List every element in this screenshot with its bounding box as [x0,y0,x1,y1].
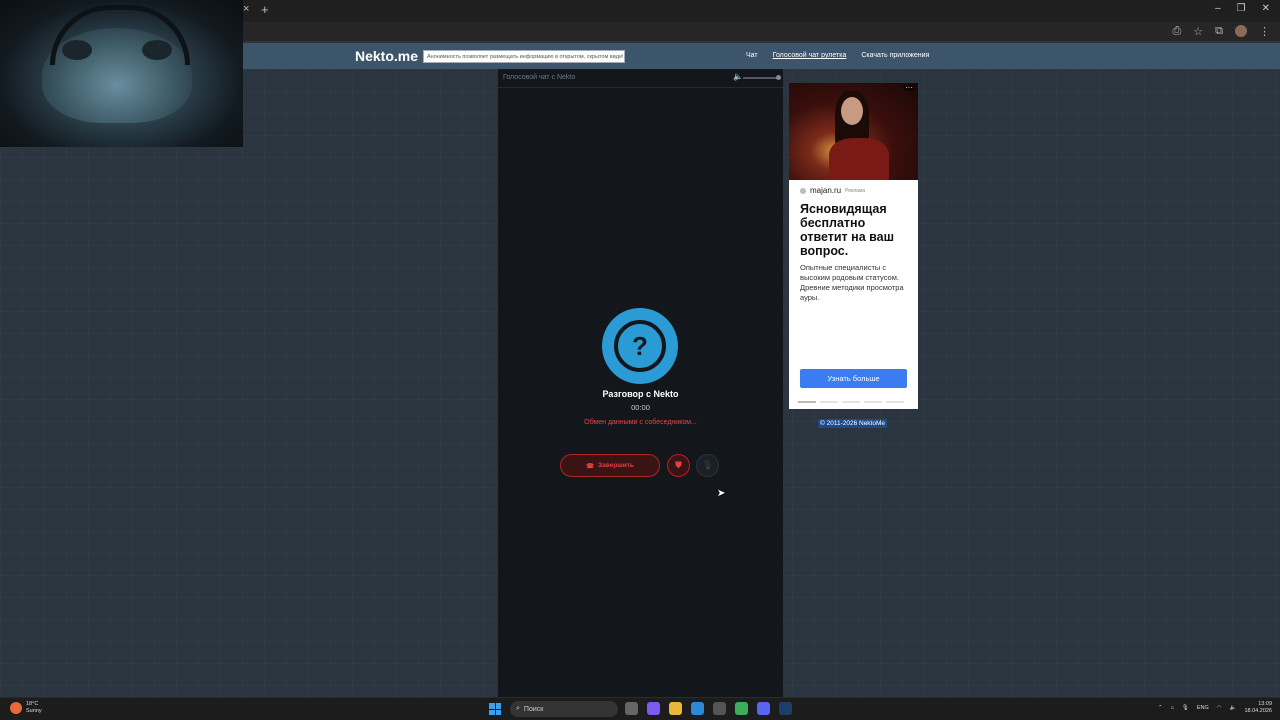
taskbar-apps [625,702,792,715]
ad-carousel-indicator [798,401,904,403]
ad-carousel-dot [864,401,882,403]
microphone-icon: 🎙 [701,460,714,470]
close-window-icon[interactable]: ✕ [1262,3,1270,14]
ad-image-dress [829,138,889,180]
mute-button[interactable]: 🎙 [696,454,719,477]
end-call-button[interactable]: ☎ Завершить [560,454,660,477]
file-explorer-icon[interactable] [669,702,682,715]
webcam-overlay [0,0,243,147]
chat-header: Голосовой чат с Nekto 🔈 [498,69,783,88]
hang-up-icon: ☎ [586,462,595,470]
network-icon[interactable]: ⌂ [1171,705,1174,711]
language-indicator[interactable]: ENG [1197,705,1209,711]
ad-options-icon[interactable]: ··· [903,84,915,92]
tab-close-icon[interactable]: × [243,3,249,15]
minimize-icon[interactable]: – [1215,3,1221,14]
ad-domain[interactable]: majan.ru [810,186,841,195]
chevron-up-icon[interactable]: ⌃ [1158,705,1163,711]
chrome-icon[interactable] [735,702,748,715]
voice-chat-panel: Голосовой чат с Nekto 🔈 ? Разговор с Nek… [498,69,783,697]
speaker-icon[interactable]: 🔈 [1230,705,1237,711]
ad-banner[interactable]: ··· majan.ru Реклама Ясновидящая бесплат… [789,83,918,409]
conversation-title: Разговор с Nekto [602,389,679,399]
chat-title: Голосовой чат с Nekto [503,74,576,81]
ad-carousel-dot [842,401,860,403]
ad-description: Опытные специалисты с высоким родовым ст… [800,263,904,302]
anonymity-notice: Анонимность позволяет размещать информац… [423,50,625,63]
volume-icon[interactable]: 🔈 [733,72,743,81]
windows-taskbar: 18°C Sunny ⌕ Поиск ⌃ ⌂ 🎙 ENG ◠ 🔈 13:09 1… [0,697,1280,720]
site-header: Nekto.me Анонимность позволяет размещать… [243,43,1280,69]
nav-item-download-apps[interactable]: Скачать приложения [861,52,929,59]
webcam-frog-eye [62,40,92,60]
nav-item-voice-chat[interactable]: Голосовой чат рулетка [773,52,847,59]
mic-tray-icon[interactable]: 🎙 [1182,705,1189,711]
install-icon[interactable]: ⎙ [1172,25,1181,38]
github-icon[interactable] [713,702,726,715]
ad-carousel-dot [820,401,838,403]
copilot-icon[interactable] [647,702,660,715]
site-nav: Чат Голосовой чат рулетка Скачать прилож… [746,52,929,59]
search-icon: ⌕ [516,705,520,712]
site-logo[interactable]: Nekto.me [355,48,418,64]
discord-icon[interactable] [757,702,770,715]
nav-item-chat[interactable]: Чат [746,52,758,59]
mouse-cursor-icon: ➤ [717,488,726,499]
ad-carousel-dot [798,401,816,403]
maximize-icon[interactable]: ❐ [1237,3,1246,14]
weather-desc: Sunny [26,708,42,714]
menu-icon[interactable]: ⋮ [1259,25,1270,38]
new-tab-icon[interactable]: + [261,2,269,17]
wifi-icon[interactable]: ◠ [1217,705,1222,711]
report-button[interactable]: ⛊ [667,454,690,477]
conversation-status: Обмен данными с собеседником... [584,419,697,426]
end-call-label: Завершить [598,462,634,469]
system-tray: ⌃ ⌂ 🎙 ENG ◠ 🔈 13:09 18.04.2026 [1158,701,1272,715]
ad-image-face [841,97,863,125]
clock-time: 13:09 [1258,701,1272,707]
ad-label: Реклама [845,187,866,194]
windows-start-icon[interactable] [489,703,501,715]
conversation-timer: 00:00 [631,403,650,412]
clock[interactable]: 13:09 18.04.2026 [1244,701,1272,715]
ad-image[interactable]: ··· [789,83,918,180]
question-mark-icon: ? [614,320,666,372]
weather-widget[interactable]: 18°C Sunny [10,701,42,715]
profile-icon[interactable] [1235,25,1247,37]
sun-icon [10,702,22,714]
weather-temp: 18°C [26,701,39,707]
taskbar-search[interactable]: ⌕ Поиск [510,701,618,717]
volume-slider[interactable] [743,75,781,80]
unknown-partner-avatar: ? [602,308,678,384]
clock-date: 18.04.2026 [1244,708,1272,714]
copyright: © 2011-2026 NektoMe [818,419,888,428]
edge-icon[interactable] [691,702,704,715]
ad-headline[interactable]: Ясновидящая бесплатно ответит на ваш воп… [800,202,910,258]
ad-domain-row: majan.ru Реклама [800,186,865,195]
window-controls: – ❐ ✕ [1215,3,1270,14]
steam-icon[interactable] [779,702,792,715]
ad-carousel-dot [886,401,904,403]
star-icon[interactable]: ☆ [1193,25,1203,38]
globe-icon [800,187,806,194]
ad-learn-more-button[interactable]: Узнать больше [800,369,907,388]
volume-slider-knob[interactable] [776,75,781,80]
task-view-icon[interactable] [625,702,638,715]
shield-icon: ⛊ [675,460,682,470]
search-placeholder: Поиск [523,705,544,713]
extensions-icon[interactable]: ⧉ [1215,25,1223,38]
webcam-frog-eye [142,40,172,60]
